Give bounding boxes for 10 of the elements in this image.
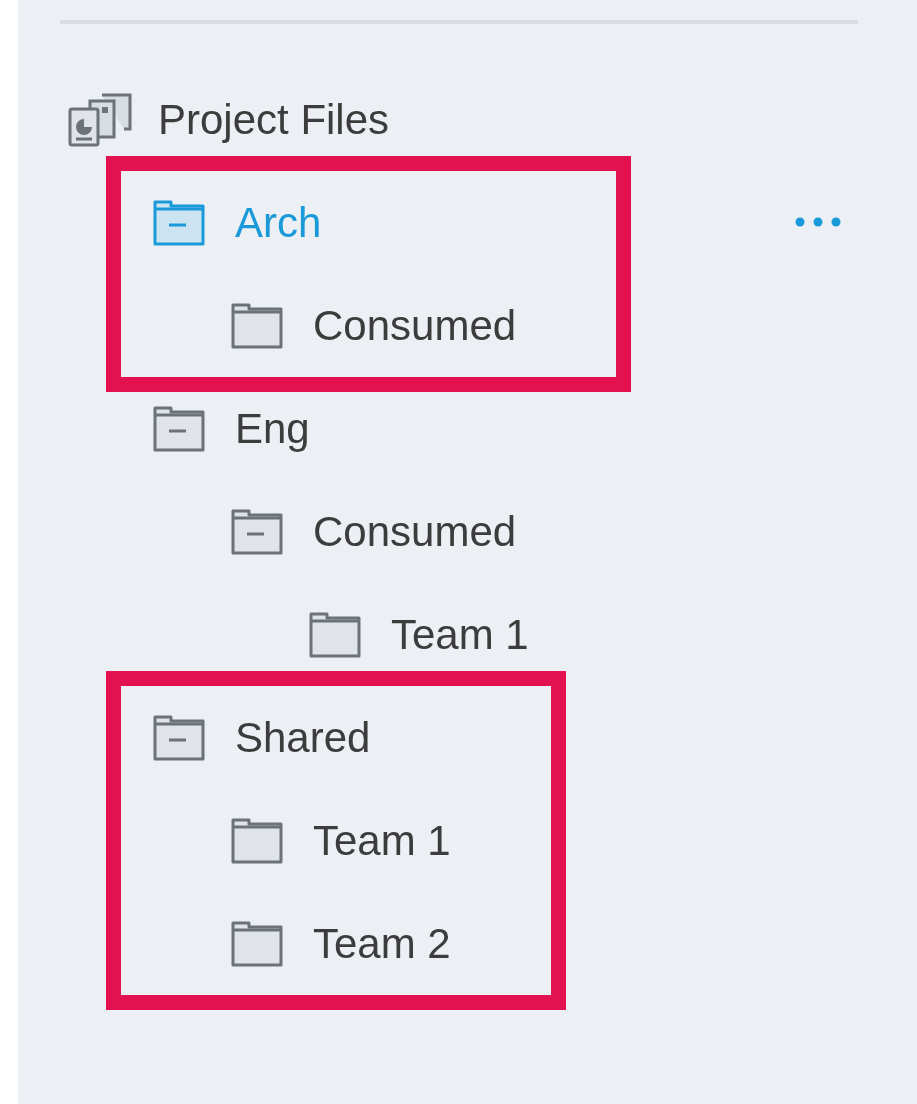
tree-item[interactable]: Team 1 xyxy=(313,809,451,872)
tree-item[interactable]: Eng xyxy=(235,397,310,460)
more-options-icon[interactable] xyxy=(795,217,841,227)
tree-item[interactable]: Team 2 xyxy=(313,912,451,975)
tree-item[interactable]: Consumed xyxy=(313,294,517,357)
tree-item[interactable]: Consumed xyxy=(313,500,517,563)
tree-item[interactable]: Shared xyxy=(235,706,371,769)
documents-stack-icon xyxy=(68,92,132,147)
tree-item[interactable]: Project Files xyxy=(158,88,390,151)
tree-item[interactable]: Team 1 xyxy=(391,603,529,666)
